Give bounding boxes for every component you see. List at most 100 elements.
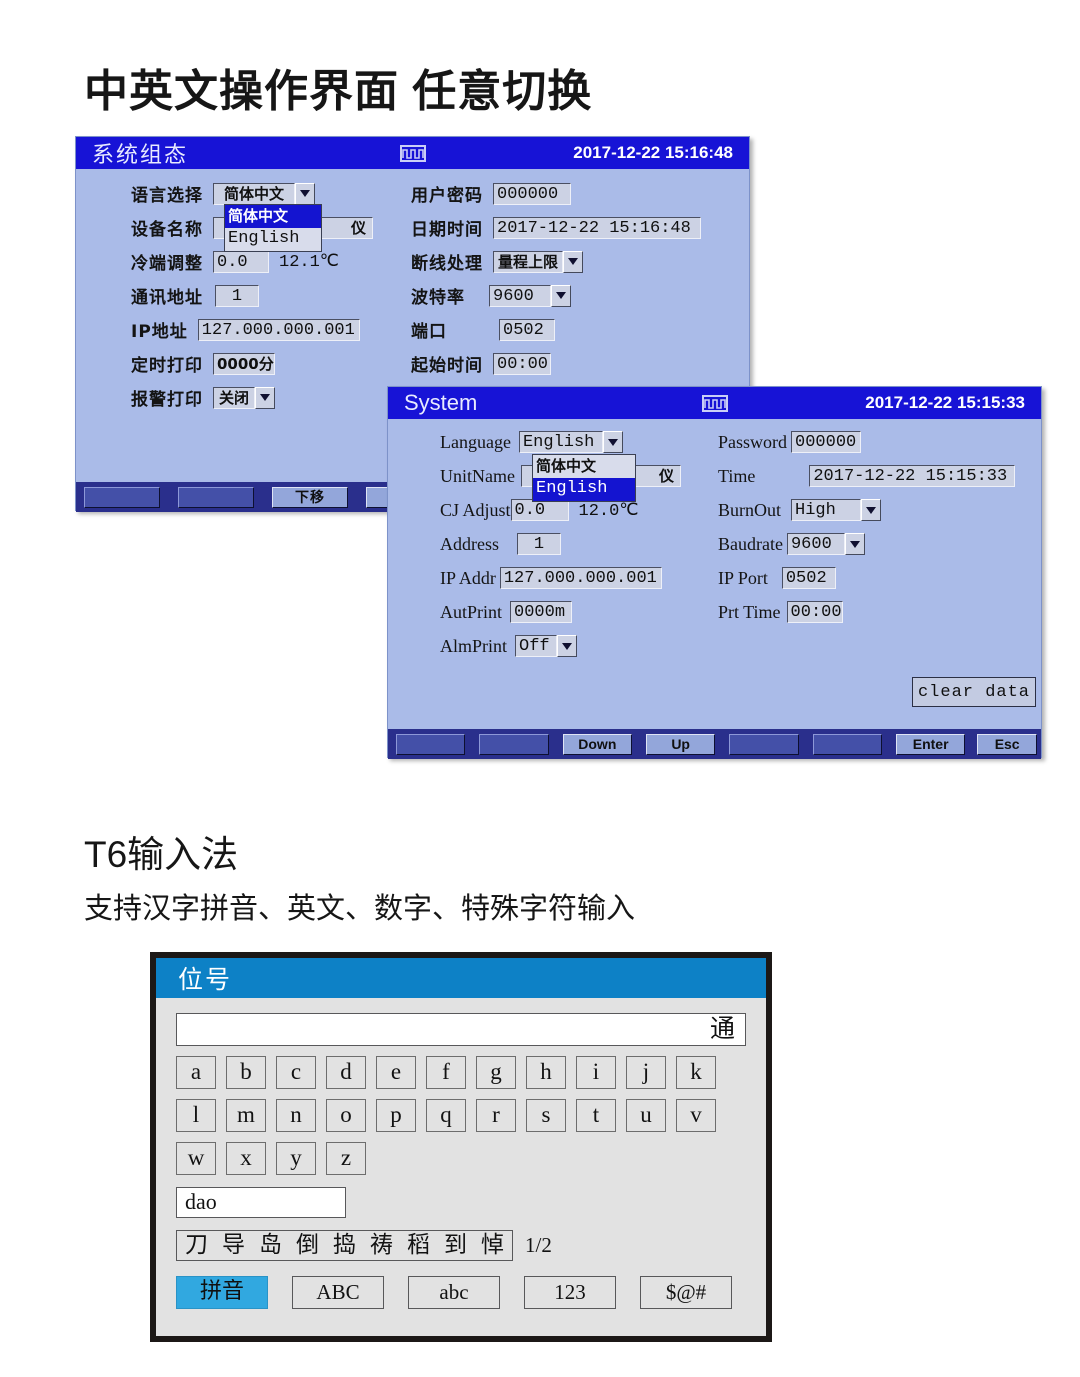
en-port-value[interactable]: 0502 [781, 567, 836, 589]
en-language-option-chinese[interactable]: 简体中文 [533, 455, 635, 478]
en-softkey-1[interactable] [396, 733, 466, 755]
key-c[interactable]: c [276, 1056, 316, 1089]
en-almprint-value[interactable]: Off [515, 635, 558, 657]
en-baudrate-value[interactable]: 9600 [786, 533, 845, 555]
cn-almprint-dropdown-arrow[interactable] [255, 386, 275, 409]
mode-symbols-button[interactable]: $@# [640, 1276, 732, 1309]
mode-digits-button[interactable]: 123 [524, 1276, 616, 1309]
cn-cj-value[interactable]: 0.0 [213, 250, 269, 273]
candidate-4[interactable]: 倒 [296, 1232, 319, 1259]
cn-prttime-value[interactable]: 00:00 [493, 352, 551, 375]
key-o[interactable]: o [326, 1099, 366, 1132]
key-f[interactable]: f [426, 1056, 466, 1089]
mode-abc-lower-button[interactable]: abc [408, 1276, 500, 1309]
key-m[interactable]: m [226, 1099, 266, 1132]
en-softkey-enter[interactable]: Enter [895, 733, 966, 755]
cn-baudrate-value[interactable]: 9600 [489, 284, 551, 307]
key-t[interactable]: t [576, 1099, 616, 1132]
en-prttime-value[interactable]: 00:00 [786, 601, 843, 623]
en-softkey-6[interactable] [812, 733, 882, 755]
clear-data-button[interactable]: clear data [912, 677, 1036, 707]
mode-abc-upper-button[interactable]: ABC [292, 1276, 384, 1309]
en-almprint-label: AlmPrint [440, 635, 508, 656]
key-v[interactable]: v [676, 1099, 716, 1132]
en-row-prttime: Prt Time 00:00 [718, 601, 843, 623]
cn-row-port: 端口 0502 [411, 317, 555, 342]
key-u[interactable]: u [626, 1099, 666, 1132]
key-l[interactable]: l [176, 1099, 216, 1132]
en-cj-value[interactable]: 0.0 [510, 499, 569, 521]
key-j[interactable]: j [626, 1056, 666, 1089]
en-burnout-value[interactable]: High [791, 499, 861, 521]
en-softkey-5[interactable] [729, 733, 799, 755]
ime-titlebar: 位号 [156, 958, 766, 998]
candidate-box[interactable]: 刀 导 岛 倒 捣 祷 稻 到 悼 [176, 1230, 513, 1261]
en-ip-value[interactable]: 127.000.000.001 [499, 567, 662, 589]
en-language-value[interactable]: English [518, 431, 603, 453]
candidate-8[interactable]: 到 [444, 1232, 467, 1259]
key-h[interactable]: h [526, 1056, 566, 1089]
en-language-dropdown-arrow[interactable] [602, 431, 623, 453]
en-language-option-english[interactable]: English [533, 478, 635, 501]
cn-address-value[interactable]: 1 [215, 284, 259, 307]
cn-ip-value[interactable]: 127.000.000.001 [197, 318, 360, 341]
en-softkey-esc[interactable]: Esc [977, 733, 1037, 755]
cn-burnout-dropdown-arrow[interactable] [563, 250, 583, 273]
en-address-value[interactable]: 1 [517, 533, 561, 555]
key-d[interactable]: d [326, 1056, 366, 1089]
cn-language-value[interactable]: 简体中文 [213, 182, 295, 205]
cn-softkey-down[interactable]: 下移 [272, 486, 348, 508]
cn-softkey-2[interactable] [178, 486, 254, 508]
en-softkey-up[interactable]: Up [645, 733, 716, 755]
key-n[interactable]: n [276, 1099, 316, 1132]
key-a[interactable]: a [176, 1056, 216, 1089]
candidate-3[interactable]: 岛 [259, 1232, 282, 1259]
candidate-1[interactable]: 刀 [185, 1232, 208, 1259]
cn-language-dropdown-list[interactable]: 简体中文 English [224, 204, 322, 252]
en-burnout-dropdown-arrow[interactable] [861, 499, 881, 521]
cn-autprint-value[interactable]: 0000分 [213, 352, 275, 375]
en-row-baudrate: Baudrate 9600 [718, 533, 865, 555]
key-g[interactable]: g [476, 1056, 516, 1089]
pinyin-input[interactable]: dao [176, 1187, 346, 1218]
cn-burnout-value[interactable]: 量程上限 [493, 250, 563, 273]
candidate-7[interactable]: 稻 [407, 1232, 430, 1259]
en-softkey-2[interactable] [479, 733, 549, 755]
key-w[interactable]: w [176, 1142, 216, 1175]
cn-password-value[interactable]: 000000 [493, 182, 571, 205]
en-time-value[interactable]: 2017-12-22 15:15:33 [809, 465, 1016, 487]
key-i[interactable]: i [576, 1056, 616, 1089]
en-baudrate-dropdown-arrow[interactable] [844, 533, 865, 555]
key-p[interactable]: p [376, 1099, 416, 1132]
cn-softkey-1[interactable] [84, 486, 160, 508]
en-row-ip: IP Addr 127.000.000.001 [440, 567, 662, 589]
en-password-value[interactable]: 000000 [791, 431, 862, 453]
key-b[interactable]: b [226, 1056, 266, 1089]
cn-language-option-chinese[interactable]: 简体中文 [225, 205, 321, 228]
cn-port-value[interactable]: 0502 [499, 318, 555, 341]
cn-baudrate-dropdown-arrow[interactable] [551, 284, 571, 307]
cn-language-dropdown-arrow[interactable] [295, 182, 315, 205]
key-k[interactable]: k [676, 1056, 716, 1089]
key-x[interactable]: x [226, 1142, 266, 1175]
candidate-2[interactable]: 导 [222, 1232, 245, 1259]
candidate-9[interactable]: 悼 [481, 1232, 504, 1259]
key-r[interactable]: r [476, 1099, 516, 1132]
cn-almprint-value[interactable]: 关闭 [213, 386, 255, 409]
ime-text-display[interactable]: 通 [176, 1013, 746, 1046]
cn-language-option-english[interactable]: English [225, 228, 321, 251]
key-q[interactable]: q [426, 1099, 466, 1132]
en-almprint-dropdown-arrow[interactable] [557, 635, 578, 657]
en-softkey-down[interactable]: Down [562, 733, 632, 755]
key-s[interactable]: s [526, 1099, 566, 1132]
key-z[interactable]: z [326, 1142, 366, 1175]
en-autprint-value[interactable]: 0000m [510, 601, 573, 623]
candidate-5[interactable]: 捣 [333, 1232, 356, 1259]
en-language-dropdown-list[interactable]: 简体中文 English [532, 454, 636, 502]
en-row-burnout: BurnOut High [718, 499, 881, 521]
candidate-6[interactable]: 祷 [370, 1232, 393, 1259]
cn-time-value[interactable]: 2017-12-22 15:16:48 [493, 216, 701, 239]
mode-pinyin-button[interactable]: 拼音 [176, 1276, 268, 1309]
key-y[interactable]: y [276, 1142, 316, 1175]
key-e[interactable]: e [376, 1056, 416, 1089]
